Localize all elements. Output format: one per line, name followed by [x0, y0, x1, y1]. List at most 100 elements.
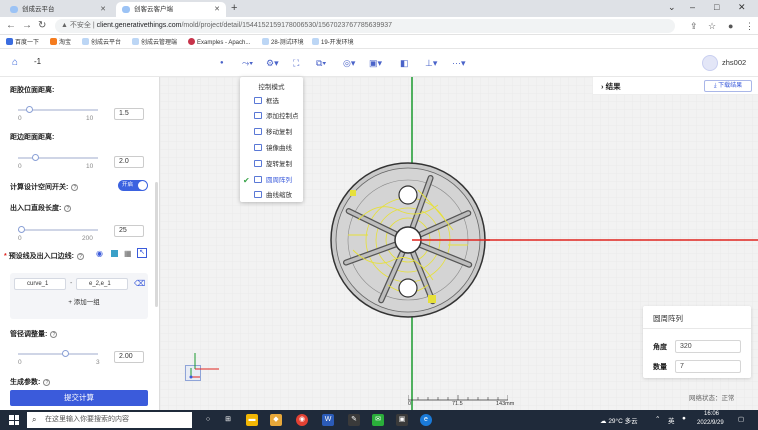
curve-chip[interactable]: curve_1	[14, 278, 66, 290]
menu-dots-icon[interactable]: ⋮	[745, 19, 754, 33]
antivirus-icon[interactable]: ●	[682, 415, 686, 422]
clock-time[interactable]: 16:06	[704, 411, 719, 417]
count-input[interactable]: 7	[675, 360, 741, 373]
bookmark-item[interactable]: 创成云平台	[82, 38, 121, 47]
distance-slider[interactable]	[18, 106, 98, 113]
help-icon[interactable]: ?	[71, 184, 79, 191]
ime-indicator[interactable]: 英	[668, 415, 675, 425]
reload-icon[interactable]: ↻	[38, 19, 46, 33]
avatar[interactable]	[702, 55, 718, 71]
help-icon[interactable]: ?	[64, 205, 72, 212]
menu-item-move-copy[interactable]: 移动复制	[254, 128, 292, 137]
eye-icon[interactable]: ◉	[96, 249, 103, 258]
chip-separator: -	[70, 280, 73, 287]
panel-scrollbar[interactable]	[155, 182, 158, 307]
cortana-icon[interactable]: ○	[202, 414, 214, 426]
menu-item-rotate-copy[interactable]: 旋转复制	[254, 160, 292, 169]
mirror-tool-icon[interactable]: ◧	[400, 58, 409, 68]
settings-tool-icon[interactable]: ⚙▾	[266, 58, 279, 68]
bookmark-item[interactable]: 创成云管理端	[132, 38, 177, 47]
taobao-icon	[50, 38, 57, 45]
bookmark-item[interactable]: 19-开发环境	[312, 38, 354, 47]
menu-item-mirror-curve[interactable]: 镜像曲线	[254, 144, 292, 153]
maximize-button[interactable]: □	[714, 2, 719, 12]
fit-view-icon[interactable]: ⛶	[293, 58, 299, 68]
straight-length-slider[interactable]	[18, 226, 98, 233]
help-icon[interactable]: ?	[43, 379, 51, 386]
slider-knob[interactable]	[62, 350, 69, 357]
field-label: 管径调整量:?	[10, 329, 58, 339]
profile-icon[interactable]: ●	[728, 19, 733, 33]
menu-item-curve-scale[interactable]: 曲线缩放	[254, 191, 292, 200]
menu-item-add-control-point[interactable]: 添加控制点	[254, 112, 299, 121]
more-icon[interactable]: ···▾	[452, 58, 466, 68]
dot-icon[interactable]: ●	[220, 58, 224, 68]
select-cursor-icon[interactable]: ↖	[137, 248, 147, 258]
paw-icon	[6, 38, 13, 45]
pipe-diameter-input[interactable]: 2.00	[114, 351, 144, 363]
tray-expand-icon[interactable]: ⌃	[655, 415, 660, 423]
bookmark-item[interactable]: Examples - Apach...	[188, 38, 250, 47]
minimize-button[interactable]: –	[690, 2, 695, 12]
edge-chip[interactable]: e_2,e_1	[76, 278, 128, 290]
app-icon[interactable]: ◆	[270, 414, 282, 426]
eraser-icon[interactable]: ⌫	[134, 279, 145, 288]
back-arrow-icon[interactable]: ←	[6, 19, 16, 33]
word-icon[interactable]: W	[322, 414, 334, 426]
submit-button[interactable]: 提交计算	[10, 390, 148, 406]
task-view-icon[interactable]: ⊞	[222, 414, 234, 426]
cube-tool-icon[interactable]: ▣▾	[369, 58, 382, 68]
wechat-icon[interactable]: ✉	[372, 414, 384, 426]
bookmark-item[interactable]: 百度一下	[6, 38, 39, 47]
help-icon[interactable]: ?	[77, 253, 85, 260]
straight-length-input[interactable]: 25	[114, 225, 144, 237]
windows-start-icon[interactable]	[9, 415, 19, 425]
share-icon[interactable]: ⇪	[690, 19, 698, 33]
slider-knob[interactable]	[26, 106, 33, 113]
measure-tool-icon[interactable]: ⊥▾	[425, 58, 437, 68]
help-icon[interactable]: ?	[50, 331, 58, 338]
taskbar-search-input[interactable]: ⌕ 在这里输入你要搜索的内容	[27, 412, 192, 428]
add-group-button[interactable]: + 添加一组	[32, 297, 136, 309]
design-space-toggle[interactable]: 开启	[118, 180, 148, 191]
forward-arrow-icon[interactable]: →	[22, 19, 32, 33]
tab-chuangcheng[interactable]: 创成云平台 ✕	[4, 2, 112, 17]
tab-favicon-icon	[10, 6, 18, 13]
pipe-diameter-slider[interactable]	[18, 350, 98, 357]
home-icon[interactable]: ⌂	[8, 56, 22, 70]
clock-date[interactable]: 2022/9/29	[697, 420, 724, 426]
distance-input[interactable]: 1.5	[114, 108, 144, 120]
edge-distance-slider[interactable]	[18, 154, 98, 161]
angle-input[interactable]: 320	[675, 340, 741, 353]
close-tab-icon[interactable]: ✕	[100, 2, 106, 17]
new-tab-button[interactable]: +	[231, 2, 237, 15]
curve-tool-icon[interactable]: ⤳▾	[242, 58, 253, 68]
tab-client[interactable]: 创客云客户端 ✕	[116, 2, 226, 17]
close-tab-icon[interactable]: ✕	[214, 2, 220, 17]
color-square-icon[interactable]	[111, 250, 118, 257]
bookmark-star-icon[interactable]: ☆	[708, 19, 716, 33]
grid-icon[interactable]: ▦	[124, 249, 132, 258]
result-title[interactable]: › 结果	[601, 81, 621, 92]
app-icon[interactable]: ✎	[348, 414, 360, 426]
view-tool-icon[interactable]: ◎▾	[343, 58, 355, 68]
slider-knob[interactable]	[18, 226, 25, 233]
url-field[interactable]: ▲ 不安全 | client.generativethings.com/mold…	[55, 19, 675, 33]
slider-knob[interactable]	[32, 154, 39, 161]
preset-label: * 预设线及出入口边线:?	[4, 251, 85, 261]
file-explorer-icon[interactable]: ▬	[246, 414, 258, 426]
tab-search-icon[interactable]: ⌄	[668, 2, 676, 13]
chrome-icon[interactable]: ◉	[296, 414, 308, 426]
copy-tool-icon[interactable]: ⧉▾	[316, 58, 326, 68]
menu-item-circular-array[interactable]: 圆周阵列	[254, 176, 292, 185]
app-icon[interactable]: ▣	[396, 414, 408, 426]
weather-status[interactable]: ☁ 29°C 多云	[600, 415, 638, 425]
notification-icon[interactable]: ▢	[738, 415, 744, 423]
edge-distance-input[interactable]: 2.0	[114, 156, 144, 168]
bookmark-item[interactable]: 淘宝	[50, 38, 71, 47]
bookmark-item[interactable]: 28-测试环境	[262, 38, 304, 47]
menu-item-box-select[interactable]: 框选	[254, 97, 279, 106]
edge-icon[interactable]: e	[420, 414, 432, 426]
close-window-button[interactable]: ✕	[738, 2, 746, 13]
download-result-button[interactable]: ⤓ 下载结果	[704, 80, 752, 92]
